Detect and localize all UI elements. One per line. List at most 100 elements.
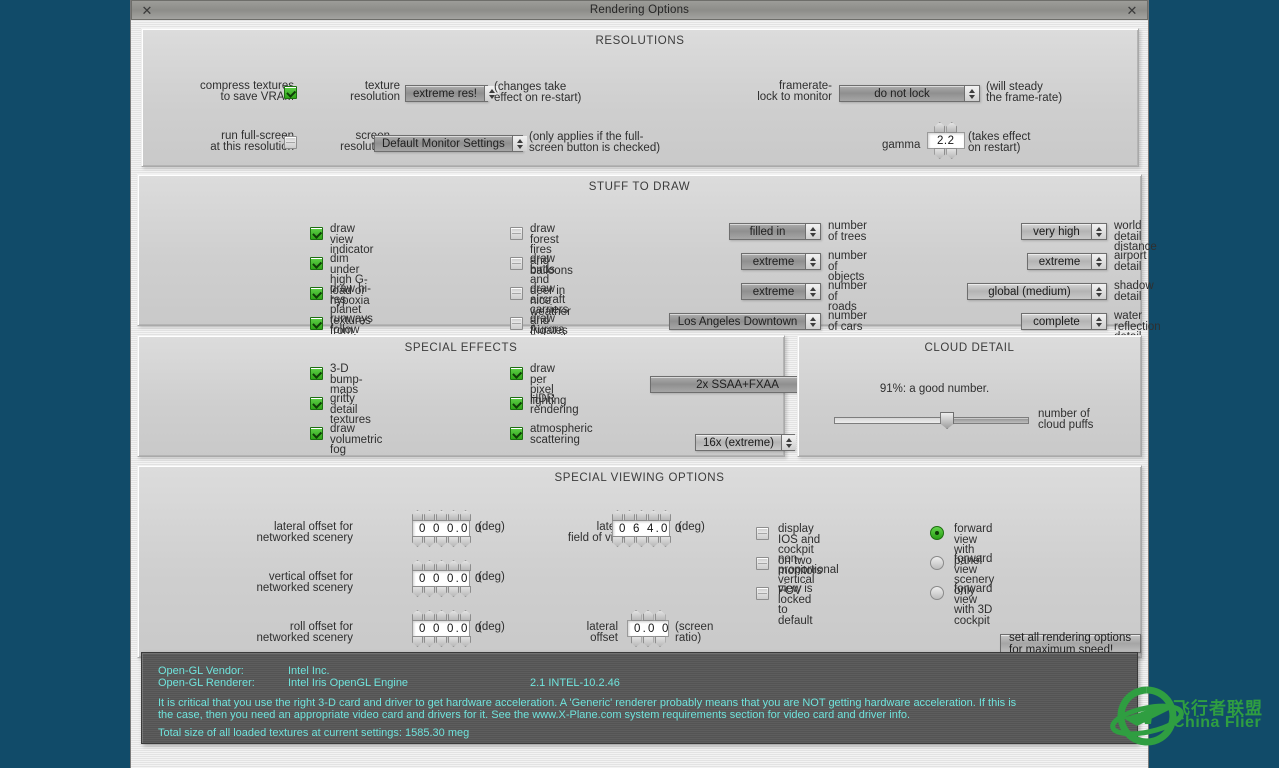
dropdown-label: number of objects — [828, 250, 867, 283]
dropdown-label: world detail distance — [1114, 220, 1157, 253]
checkbox[interactable] — [756, 557, 769, 570]
renderer-label: Open-GL Renderer: — [158, 677, 255, 689]
dropdown[interactable]: extreme — [741, 253, 821, 270]
checkbox[interactable] — [510, 257, 523, 270]
checkbox[interactable] — [510, 397, 523, 410]
checkbox-label: 3-D bump-maps — [330, 363, 363, 396]
checkbox[interactable] — [510, 317, 523, 330]
stepper-value[interactable]: 0 6 4.0 0 — [612, 520, 681, 537]
close-icon-left[interactable]: ✕ — [140, 3, 154, 18]
dropdown-value: global (medium) — [988, 285, 1071, 298]
numeric-stepper[interactable]: 0.0 0 — [627, 610, 669, 647]
compress-textures-label-wrap: compress textures to save VRAM — [164, 80, 294, 102]
texture-resolution-label-wrap: texture resolution — [332, 80, 400, 102]
radio-button[interactable] — [930, 586, 944, 600]
special-effects-title: SPECIAL EFFECTS — [404, 342, 518, 354]
dropdown[interactable]: Los Angeles Downtown — [669, 313, 821, 330]
texture-resolution-dropdown[interactable]: extreme res! — [405, 85, 499, 102]
stepper-label: lateral offset — [586, 621, 618, 644]
texture-size-text: Total size of all loaded textures at cur… — [158, 727, 470, 739]
checkbox[interactable] — [756, 527, 769, 540]
stepper-decrease-arrows[interactable] — [627, 636, 669, 647]
dropdown-value: extreme — [752, 285, 795, 298]
checkbox[interactable] — [510, 427, 523, 440]
watermark-english-text: China Flier — [1173, 714, 1262, 731]
compress-textures-checkbox[interactable] — [284, 86, 297, 99]
gamma-stepper[interactable]: 2.2 — [927, 122, 965, 159]
checkbox[interactable] — [310, 257, 323, 270]
cloud-slider-label: number of cloud puffs — [1038, 408, 1094, 431]
anisotropic-filter-value: 16x (extreme) — [703, 436, 774, 449]
screen-resolution-dropdown[interactable]: Default Monitor Settings — [374, 135, 527, 152]
app-root: ✕ Rendering Options ✕ RESOLUTIONS compre… — [0, 0, 1279, 768]
texture-resolution-value: extreme res! — [413, 87, 477, 100]
dropdown[interactable]: very high — [1021, 223, 1107, 240]
stuff-to-draw-title: STUFF TO DRAW — [588, 181, 691, 193]
stepper-decrease-arrows[interactable] — [612, 536, 671, 547]
close-icon-right[interactable]: ✕ — [1125, 3, 1139, 18]
checkbox-label: draw volumetric fog — [330, 423, 383, 456]
dropdown-label: airport detail — [1114, 250, 1147, 273]
checkbox[interactable] — [310, 317, 323, 330]
stepper-increase-arrows[interactable] — [412, 560, 471, 571]
stepper-label: vertical offset for networked scenery — [256, 571, 353, 594]
chevron-updown-icon — [1091, 254, 1106, 269]
opengl-info-panel: Open-GL Vendor: Intel Inc. Open-GL Rende… — [141, 652, 1138, 744]
chevron-updown-icon — [805, 284, 820, 299]
stepper-increase-arrows[interactable] — [412, 510, 471, 521]
checkbox[interactable] — [510, 227, 523, 240]
anisotropic-filter-dropdown[interactable]: 16x (extreme) — [695, 434, 796, 451]
warning-line-1: It is critical that you use the right 3-… — [158, 697, 1017, 709]
checkbox[interactable] — [310, 397, 323, 410]
checkbox[interactable] — [756, 587, 769, 600]
dropdown[interactable]: filled in — [729, 223, 821, 240]
panel-resolutions: RESOLUTIONS compress textures to save VR… — [141, 28, 1139, 167]
stepper-increase-arrows[interactable] — [612, 510, 671, 521]
dropdown[interactable]: global (medium) — [967, 283, 1107, 300]
framerate-lock-label: framerate- lock to monitor — [757, 80, 832, 103]
chevron-updown-icon — [1091, 224, 1106, 239]
framerate-lock-dropdown[interactable]: do not lock — [839, 85, 980, 102]
checkbox[interactable] — [310, 287, 323, 300]
window-titlebar: ✕ Rendering Options ✕ — [131, 0, 1148, 20]
radio-button[interactable] — [930, 526, 944, 540]
checkbox[interactable] — [310, 367, 323, 380]
checkbox-label: view is locked to default — [778, 583, 813, 627]
framerate-lock-note: (will steady the frame-rate) — [986, 81, 1063, 104]
max-speed-button[interactable]: set all rendering options for maximum sp… — [1000, 632, 1141, 656]
chevron-updown-icon — [805, 314, 820, 329]
stepper-value[interactable]: 0 0 0.0 0 — [412, 570, 481, 587]
checkbox[interactable] — [310, 227, 323, 240]
numeric-stepper[interactable]: 0 6 4.0 0 — [612, 510, 681, 547]
stepper-value[interactable]: 0.0 0 — [627, 620, 669, 637]
vendor-value: Intel Inc. — [288, 665, 330, 677]
stepper-increase-arrows[interactable] — [627, 610, 669, 621]
dropdown[interactable]: complete — [1021, 313, 1107, 330]
checkbox[interactable] — [510, 367, 523, 380]
checkbox[interactable] — [310, 427, 323, 440]
checkbox[interactable] — [510, 287, 523, 300]
panel-special-effects: SPECIAL EFFECTS 3-D bump-maps gritty deta… — [137, 335, 887, 457]
stepper-decrease-arrows[interactable] — [412, 586, 471, 597]
dropdown[interactable]: extreme — [1027, 253, 1107, 270]
radio-button[interactable] — [930, 556, 944, 570]
chevron-updown-icon — [1091, 284, 1106, 299]
dropdown-label: shadow detail — [1114, 280, 1154, 303]
panel-special-viewing: SPECIAL VIEWING OPTIONS lateral offset f… — [137, 465, 1142, 658]
watermark-chinese-text: 飞行者联盟 — [1173, 699, 1263, 718]
dropdown[interactable]: extreme — [741, 283, 821, 300]
stepper-increase-arrows[interactable] — [412, 610, 471, 621]
cloud-detail-title: CLOUD DETAIL — [924, 342, 1015, 354]
gamma-decrease-arrows[interactable] — [927, 148, 965, 159]
cloud-puffs-slider[interactable] — [834, 412, 1029, 429]
texture-resolution-note: (changes take effect on re-start) — [494, 81, 582, 104]
window-title: Rendering Options — [589, 4, 690, 16]
fullscreen-checkbox[interactable] — [284, 136, 297, 149]
screen-resolution-note: (only applies if the full- screen button… — [529, 131, 661, 154]
stepper-unit: (screen ratio) — [675, 621, 714, 644]
numeric-stepper[interactable]: 0 0 0.0 0 — [412, 560, 481, 597]
checkbox-label: gritty detail textures — [330, 393, 371, 426]
chevron-updown-icon — [780, 435, 796, 450]
gamma-value[interactable]: 2.2 — [927, 132, 965, 149]
slider-thumb[interactable] — [940, 412, 955, 429]
